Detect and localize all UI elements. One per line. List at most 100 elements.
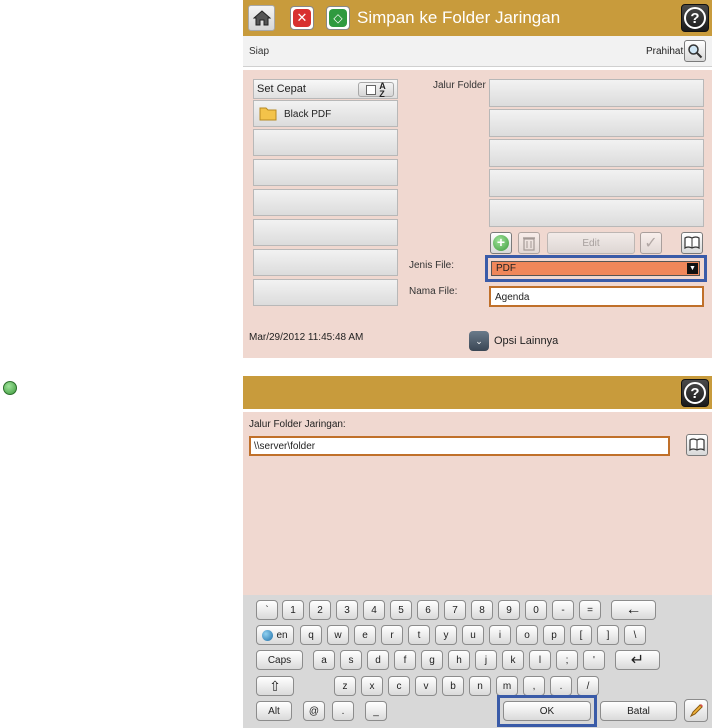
home-button[interactable] [248, 5, 275, 31]
key[interactable]: 5 [390, 600, 412, 620]
folder-path-slot[interactable] [489, 199, 704, 227]
key[interactable]: ' [583, 650, 605, 670]
key[interactable]: 0 [525, 600, 547, 620]
key[interactable]: f [394, 650, 416, 670]
cancel-button[interactable]: Batal [600, 701, 677, 721]
ok-button[interactable]: OK [503, 701, 591, 721]
folder-path-slot[interactable] [489, 139, 704, 167]
stop-icon: ✕ [293, 9, 311, 27]
key[interactable]: b [442, 676, 464, 696]
dot-key[interactable]: . [332, 701, 354, 721]
path-value: \\server\folder [254, 441, 316, 452]
key[interactable]: o [516, 625, 538, 645]
language-label: en [276, 629, 288, 641]
key[interactable]: \ [624, 625, 646, 645]
key[interactable]: 1 [282, 600, 304, 620]
key[interactable]: i [489, 625, 511, 645]
key[interactable]: = [579, 600, 601, 620]
delete-folder-button[interactable] [518, 232, 540, 254]
stop-button[interactable]: ✕ [290, 6, 314, 30]
path-input[interactable]: \\server\folder [249, 436, 670, 456]
file-type-value: PDF [496, 263, 516, 274]
magnifier-icon [688, 44, 703, 59]
shift-key[interactable]: ⇧ [256, 676, 294, 696]
caps-lock-key[interactable]: Caps [256, 650, 303, 670]
key[interactable]: 7 [444, 600, 466, 620]
key[interactable]: w [327, 625, 349, 645]
quick-set-item[interactable] [253, 219, 398, 246]
key[interactable]: n [469, 676, 491, 696]
key[interactable]: y [435, 625, 457, 645]
folder-path-slot[interactable] [489, 169, 704, 197]
start-icon: ◇ [329, 9, 347, 27]
key[interactable]: u [462, 625, 484, 645]
key[interactable]: , [523, 676, 545, 696]
alt-key[interactable]: Alt [256, 701, 292, 721]
key[interactable]: 3 [336, 600, 358, 620]
help-button[interactable]: ? [681, 379, 709, 407]
file-type-select[interactable]: PDF ▼ [491, 261, 700, 276]
quick-set-item[interactable] [253, 159, 398, 186]
file-name-input[interactable]: Agenda [489, 286, 704, 307]
status-text: Siap [249, 46, 270, 57]
key[interactable]: ` [256, 600, 278, 620]
add-folder-button[interactable]: + [490, 232, 512, 254]
folder-path-slot[interactable] [489, 109, 704, 137]
key[interactable]: 4 [363, 600, 385, 620]
address-book-button[interactable] [686, 434, 708, 456]
quick-set-item[interactable] [253, 129, 398, 156]
key[interactable]: e [354, 625, 376, 645]
key[interactable]: / [577, 676, 599, 696]
edit-folder-button[interactable]: Edit [547, 232, 635, 254]
key[interactable]: ] [597, 625, 619, 645]
start-button[interactable]: ◇ [326, 6, 350, 30]
key[interactable]: t [408, 625, 430, 645]
language-key[interactable]: en [256, 625, 294, 645]
folder-path-slot[interactable] [489, 79, 704, 107]
key[interactable]: g [421, 650, 443, 670]
key[interactable]: 8 [471, 600, 493, 620]
underscore-key[interactable]: _ [365, 701, 387, 721]
quick-set-item[interactable] [253, 189, 398, 216]
key[interactable]: r [381, 625, 403, 645]
key[interactable]: l [529, 650, 551, 670]
sort-button[interactable]: AZ [358, 81, 394, 98]
at-key[interactable]: @ [303, 701, 325, 721]
key[interactable]: p [543, 625, 565, 645]
key[interactable]: x [361, 676, 383, 696]
key[interactable]: [ [570, 625, 592, 645]
preview-button[interactable] [684, 40, 706, 62]
key[interactable]: 9 [498, 600, 520, 620]
key[interactable]: 2 [309, 600, 331, 620]
key[interactable]: - [552, 600, 574, 620]
key[interactable]: j [475, 650, 497, 670]
key[interactable]: ; [556, 650, 578, 670]
key[interactable]: s [340, 650, 362, 670]
key[interactable]: . [550, 676, 572, 696]
key[interactable]: m [496, 676, 518, 696]
more-options-button[interactable]: ⌄ Opsi Lainnya [469, 331, 589, 351]
folder-icon [259, 107, 277, 121]
address-book-button[interactable] [681, 232, 703, 254]
key[interactable]: c [388, 676, 410, 696]
bottom-screen: ? Jalur Folder Jaringan: \\server\folder… [243, 376, 712, 728]
key[interactable]: 6 [417, 600, 439, 620]
quick-set-item[interactable] [253, 279, 398, 306]
enter-key[interactable]: ↵ [615, 650, 660, 670]
key[interactable]: k [502, 650, 524, 670]
key[interactable]: h [448, 650, 470, 670]
help-button[interactable]: ? [681, 4, 709, 32]
key[interactable]: z [334, 676, 356, 696]
clear-button[interactable] [684, 699, 708, 722]
quick-set-item[interactable]: Black PDF [253, 100, 398, 127]
quick-set-item[interactable] [253, 249, 398, 276]
file-name-value: Agenda [495, 292, 530, 303]
top-screen: ✕ ◇ Simpan ke Folder Jaringan ? Siap Pra… [243, 0, 712, 358]
verify-folder-button[interactable]: ✓ [640, 232, 662, 254]
key[interactable]: q [300, 625, 322, 645]
key[interactable]: d [367, 650, 389, 670]
key[interactable]: v [415, 676, 437, 696]
key[interactable]: a [313, 650, 335, 670]
plus-icon: + [493, 235, 509, 251]
backspace-key[interactable]: ← [611, 600, 656, 620]
